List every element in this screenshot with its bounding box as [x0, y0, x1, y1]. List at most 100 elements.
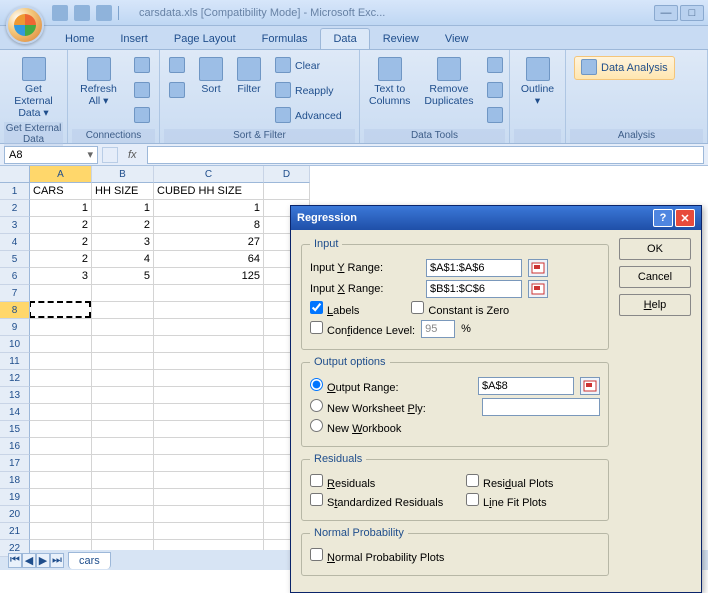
dialog-titlebar[interactable]: Regression ? ✕ — [291, 206, 701, 230]
cell[interactable] — [92, 285, 154, 302]
cell[interactable] — [154, 523, 264, 540]
sheet-tab-cars[interactable]: cars — [68, 552, 111, 569]
cell[interactable] — [154, 404, 264, 421]
cell[interactable] — [154, 387, 264, 404]
remove-duplicates-button[interactable]: Remove Duplicates — [419, 54, 478, 110]
normal-prob-checkbox[interactable]: Normal Probability Plots — [310, 548, 444, 564]
cell[interactable]: 2 — [30, 234, 92, 251]
range-select-icon[interactable] — [580, 377, 600, 395]
refresh-all-button[interactable]: Refresh All ▾ — [72, 54, 125, 110]
sheet-nav[interactable]: ⏮◀▶⏭ — [8, 553, 64, 568]
new-worksheet-input[interactable] — [482, 398, 600, 416]
properties-button[interactable] — [129, 79, 155, 103]
cell[interactable] — [92, 404, 154, 421]
cell[interactable] — [92, 455, 154, 472]
cell[interactable] — [30, 336, 92, 353]
col-header-A[interactable]: A — [30, 166, 92, 183]
cell[interactable] — [30, 353, 92, 370]
cell[interactable] — [30, 421, 92, 438]
output-range-input[interactable] — [478, 377, 574, 395]
row-header-7[interactable]: 7 — [0, 285, 30, 302]
help-button[interactable]: Help — [619, 294, 691, 316]
row-header-6[interactable]: 6 — [0, 268, 30, 285]
range-select-icon[interactable] — [528, 280, 548, 298]
formula-bar[interactable] — [147, 146, 704, 164]
cell[interactable]: 5 — [92, 268, 154, 285]
cell[interactable] — [92, 489, 154, 506]
output-range-radio[interactable]: Output Range: — [310, 378, 399, 394]
cell[interactable] — [154, 370, 264, 387]
cell[interactable]: 2 — [30, 217, 92, 234]
cell[interactable] — [264, 183, 310, 200]
expand-namebox[interactable] — [102, 147, 118, 163]
cell[interactable] — [92, 387, 154, 404]
office-button[interactable] — [6, 6, 44, 44]
new-workbook-radio[interactable]: New Workbook — [310, 419, 401, 435]
row-header-16[interactable]: 16 — [0, 438, 30, 455]
sort-button[interactable]: Sort — [194, 54, 228, 98]
cell[interactable] — [154, 540, 264, 550]
row-header-13[interactable]: 13 — [0, 387, 30, 404]
cell[interactable]: 3 — [92, 234, 154, 251]
whatif-button[interactable] — [482, 104, 508, 128]
cell[interactable] — [154, 319, 264, 336]
cell[interactable]: 3 — [30, 268, 92, 285]
row-header-5[interactable]: 5 — [0, 251, 30, 268]
fx-icon[interactable]: fx — [122, 149, 143, 161]
text-to-columns-button[interactable]: Text to Columns — [364, 54, 415, 110]
ok-button[interactable]: OK — [619, 238, 691, 260]
cell[interactable]: 1 — [92, 200, 154, 217]
dialog-close-icon[interactable]: ✕ — [675, 209, 695, 227]
cell[interactable] — [92, 421, 154, 438]
cell[interactable] — [30, 523, 92, 540]
cell[interactable] — [30, 506, 92, 523]
range-select-icon[interactable] — [528, 259, 548, 277]
cell[interactable] — [154, 336, 264, 353]
cell[interactable]: 4 — [92, 251, 154, 268]
cell[interactable] — [92, 438, 154, 455]
confidence-checkbox[interactable]: Confidence Level: — [310, 321, 415, 337]
cell[interactable] — [92, 302, 154, 319]
undo-icon[interactable] — [74, 5, 90, 21]
cell[interactable] — [154, 421, 264, 438]
cell[interactable] — [30, 302, 92, 319]
cell[interactable]: 1 — [30, 200, 92, 217]
select-all-corner[interactable] — [0, 166, 30, 183]
cell[interactable] — [154, 285, 264, 302]
cell[interactable]: 1 — [154, 200, 264, 217]
cell[interactable] — [30, 319, 92, 336]
line-fit-checkbox[interactable]: Line Fit Plots — [466, 493, 547, 509]
const-zero-checkbox[interactable]: Constant is Zero — [411, 301, 509, 317]
filter-button[interactable]: Filter — [232, 54, 266, 98]
tab-data[interactable]: Data — [320, 28, 369, 49]
row-header-4[interactable]: 4 — [0, 234, 30, 251]
cell[interactable] — [154, 489, 264, 506]
cell[interactable] — [92, 370, 154, 387]
cell[interactable] — [30, 285, 92, 302]
connections-button[interactable] — [129, 54, 155, 78]
row-header-11[interactable]: 11 — [0, 353, 30, 370]
cell[interactable]: 125 — [154, 268, 264, 285]
reapply-button[interactable]: Reapply — [270, 79, 347, 103]
cell[interactable]: 2 — [92, 217, 154, 234]
tab-review[interactable]: Review — [370, 28, 432, 49]
row-header-10[interactable]: 10 — [0, 336, 30, 353]
row-header-9[interactable]: 9 — [0, 319, 30, 336]
consolidate-button[interactable] — [482, 79, 508, 103]
cell[interactable] — [92, 506, 154, 523]
cell[interactable] — [30, 404, 92, 421]
cell[interactable] — [92, 336, 154, 353]
col-header-D[interactable]: D — [264, 166, 310, 183]
row-header-8[interactable]: 8 — [0, 302, 30, 319]
residuals-checkbox[interactable]: Residuals — [310, 474, 460, 490]
col-header-B[interactable]: B — [92, 166, 154, 183]
cell[interactable] — [92, 523, 154, 540]
tab-view[interactable]: View — [432, 28, 482, 49]
maximize-button[interactable]: □ — [680, 5, 704, 21]
cell[interactable] — [30, 472, 92, 489]
cell[interactable] — [30, 438, 92, 455]
row-header-1[interactable]: 1 — [0, 183, 30, 200]
row-header-20[interactable]: 20 — [0, 506, 30, 523]
cell[interactable] — [154, 302, 264, 319]
row-header-19[interactable]: 19 — [0, 489, 30, 506]
